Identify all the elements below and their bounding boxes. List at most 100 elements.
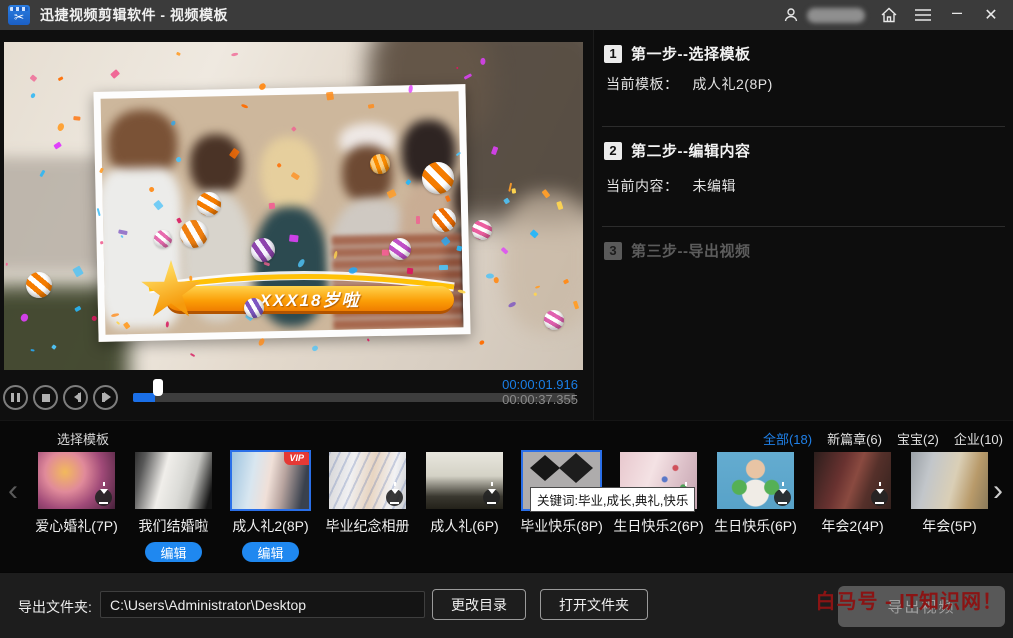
template-label: 年会(5P) bbox=[922, 516, 976, 536]
step-2-header: 2 第二步--编辑内容 bbox=[604, 140, 751, 161]
banner-text: XXX18岁啦 bbox=[260, 286, 361, 311]
people-blob bbox=[259, 136, 319, 211]
confetti-particle bbox=[311, 345, 318, 352]
template-label: 成人礼(6P) bbox=[430, 516, 498, 536]
current-template-value: 成人礼2(8P) bbox=[693, 76, 773, 92]
keyword-tooltip: 关键词:毕业,成长,典礼,快乐 bbox=[530, 487, 695, 512]
template-tab-1[interactable]: 新篇章(6) bbox=[827, 429, 882, 448]
party-ball bbox=[544, 310, 564, 330]
video-preview[interactable]: XXX18岁啦 bbox=[4, 42, 583, 370]
app-logo-icon: ✂ bbox=[8, 5, 30, 25]
download-icon[interactable] bbox=[483, 489, 500, 506]
open-folder-button[interactable]: 打开文件夹 bbox=[540, 589, 648, 620]
user-icon bbox=[781, 5, 801, 25]
template-label: 生日快乐(6P) bbox=[714, 516, 796, 536]
party-ball bbox=[472, 220, 492, 240]
template-item[interactable]: 年会(5P) bbox=[911, 452, 988, 562]
current-time: 00:00:01.916 bbox=[502, 377, 578, 392]
download-icon[interactable] bbox=[386, 489, 403, 506]
party-ball bbox=[389, 238, 411, 260]
close-button[interactable]: ✕ bbox=[981, 5, 1001, 25]
template-item[interactable]: 生日快乐(6P) bbox=[717, 452, 794, 562]
template-tab-2[interactable]: 宝宝(2) bbox=[897, 429, 939, 448]
template-edit-button[interactable]: 编辑 bbox=[145, 542, 202, 562]
party-ball bbox=[370, 154, 390, 174]
template-thumbnail[interactable] bbox=[329, 452, 406, 509]
confetti-particle bbox=[512, 188, 517, 194]
vip-badge: VIP bbox=[284, 452, 309, 465]
minimize-button[interactable]: – bbox=[947, 2, 967, 22]
template-edit-button[interactable]: 编辑 bbox=[242, 542, 299, 562]
template-item[interactable]: 爱心婚礼(7P) bbox=[38, 452, 115, 562]
confetti-particle bbox=[416, 216, 420, 224]
template-label: 毕业快乐(8P) bbox=[520, 516, 602, 536]
stop-button[interactable] bbox=[33, 385, 58, 410]
step-2-title: 第二步--编辑内容 bbox=[631, 140, 751, 161]
export-video-button[interactable]: 导出视频 bbox=[838, 586, 1005, 627]
progress-handle[interactable] bbox=[153, 379, 163, 396]
template-label: 年会2(4P) bbox=[821, 516, 883, 536]
template-label: 毕业纪念相册 bbox=[326, 516, 410, 536]
step-3-badge: 3 bbox=[604, 242, 622, 260]
home-icon[interactable] bbox=[879, 5, 899, 25]
template-label: 爱心婚礼(7P) bbox=[35, 516, 117, 536]
title-bar: ✂ 迅捷视频剪辑软件 - 视频模板 – ✕ bbox=[0, 0, 1013, 30]
confetti-particle bbox=[382, 250, 389, 256]
confetti-particle bbox=[189, 353, 195, 358]
title-banner: XXX18岁啦 bbox=[166, 286, 454, 314]
template-item[interactable]: 我们结婚啦 编辑 bbox=[135, 452, 212, 562]
step-3-title: 第三步--导出视频 bbox=[631, 240, 751, 261]
prev-frame-button[interactable] bbox=[63, 385, 88, 410]
template-thumbnail[interactable] bbox=[717, 452, 794, 509]
template-tab-0[interactable]: 全部(18) bbox=[763, 429, 812, 448]
template-thumbnail[interactable]: VIP bbox=[232, 452, 309, 509]
confetti-particle bbox=[72, 116, 80, 121]
template-item[interactable]: 成人礼(6P) bbox=[426, 452, 503, 562]
step-1-header: 1 第一步--选择模板 bbox=[604, 43, 751, 64]
pause-button[interactable] bbox=[3, 385, 28, 410]
template-item[interactable]: 年会2(4P) bbox=[814, 452, 891, 562]
download-icon[interactable] bbox=[871, 489, 888, 506]
download-icon[interactable] bbox=[95, 489, 112, 506]
step-1-badge: 1 bbox=[604, 45, 622, 63]
template-tab-3[interactable]: 企业(10) bbox=[954, 429, 1003, 448]
confetti-particle bbox=[327, 92, 335, 101]
progress-fill bbox=[133, 393, 155, 402]
template-label: 生日快乐2(6P) bbox=[613, 516, 703, 536]
confetti-particle bbox=[110, 69, 120, 79]
export-folder-label: 导出文件夹: bbox=[18, 597, 92, 617]
template-thumbnail[interactable] bbox=[911, 452, 988, 509]
step-2-status: 当前内容：未编辑 bbox=[606, 176, 736, 196]
confetti-particle bbox=[176, 52, 181, 56]
confetti-particle bbox=[367, 339, 370, 342]
template-thumbnail[interactable] bbox=[38, 452, 115, 509]
party-ball bbox=[180, 220, 208, 248]
next-frame-button[interactable] bbox=[93, 385, 118, 410]
export-bar: 导出文件夹: 更改目录 打开文件夹 导出视频 白马号 - IT知识网！ bbox=[0, 572, 1013, 638]
account-area[interactable] bbox=[781, 5, 865, 25]
scroll-left-chevron-icon[interactable]: ‹ bbox=[8, 476, 18, 506]
confetti-particle bbox=[439, 264, 448, 269]
template-thumbnail[interactable] bbox=[135, 452, 212, 509]
party-ball bbox=[422, 162, 454, 194]
export-path-input[interactable] bbox=[100, 591, 425, 618]
step-1-title: 第一步--选择模板 bbox=[631, 43, 751, 64]
template-label: 我们结婚啦 bbox=[139, 516, 209, 536]
party-ball bbox=[197, 192, 221, 216]
template-item[interactable]: 毕业纪念相册 bbox=[329, 452, 406, 562]
template-thumbnail[interactable] bbox=[426, 452, 503, 509]
template-item[interactable]: VIP 成人礼2(8P) 编辑 bbox=[232, 452, 309, 562]
window-title: 迅捷视频剪辑软件 - 视频模板 bbox=[40, 5, 228, 25]
template-label: 成人礼2(8P) bbox=[232, 516, 308, 536]
confetti-particle bbox=[166, 320, 169, 327]
menu-icon[interactable] bbox=[913, 5, 933, 25]
change-directory-button[interactable]: 更改目录 bbox=[432, 589, 526, 620]
confetti-particle bbox=[57, 122, 65, 131]
confetti-particle bbox=[289, 235, 298, 243]
scroll-right-chevron-icon[interactable]: › bbox=[993, 476, 1003, 506]
download-icon[interactable] bbox=[774, 489, 791, 506]
preview-pane: XXX18岁啦 00:00:01.916 00:00:37.355 bbox=[0, 30, 593, 420]
divider bbox=[602, 226, 1005, 227]
party-ball bbox=[26, 272, 52, 298]
template-thumbnail[interactable] bbox=[814, 452, 891, 509]
